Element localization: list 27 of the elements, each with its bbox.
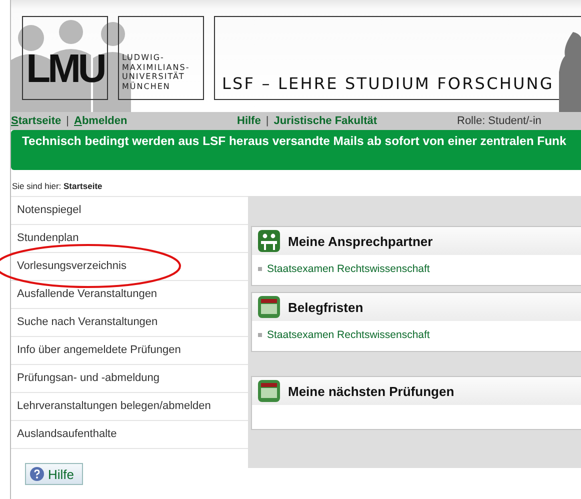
calendar-icon [258, 296, 280, 318]
separator: | [266, 115, 269, 127]
portlet-link[interactable]: Staatsexamen Rechtswissenschaft [267, 263, 430, 275]
help-button[interactable]: Hilfe [25, 463, 84, 485]
university-name-line: UNIVERSITÄT [122, 72, 186, 82]
notice-banner: Technisch bedingt werden aus LSF heraus versandte Mails ab sofort von einer zentralen Funk [11, 130, 581, 170]
university-name-line: MAXIMILIANS- [122, 62, 191, 72]
bullet-icon [258, 267, 262, 271]
logo-text: LMU [26, 49, 104, 89]
separator: | [66, 115, 69, 127]
logout-link[interactable]: Abmelden [74, 115, 128, 127]
bullet-icon [258, 333, 262, 337]
breadcrumb: Sie sind hier: Startseite [11, 180, 104, 193]
university-name-line: LUDWIG- [122, 53, 166, 62]
university-name-line: MÜNCHEN [122, 82, 172, 91]
help-link[interactable]: Hilfe [237, 115, 261, 127]
site-title: LSF – LEHRE STUDIUM FORSCHUNG [222, 74, 554, 93]
help-icon [30, 467, 44, 481]
role-label: Rolle: Student/-in [457, 115, 542, 127]
home-link[interactable]: Startseite [11, 115, 62, 127]
portlet-title: Belegfristen [288, 300, 364, 314]
portlet-link[interactable]: Staatsexamen Rechtswissenschaft [267, 329, 430, 341]
portlet-title: Meine nächsten Prüfungen [288, 384, 454, 398]
calendar-icon [258, 380, 280, 402]
people-icon [258, 230, 280, 252]
portlet-title: Meine Ansprechpartner [288, 234, 433, 248]
faculty-link[interactable]: Juristische Fakultät [274, 115, 378, 127]
